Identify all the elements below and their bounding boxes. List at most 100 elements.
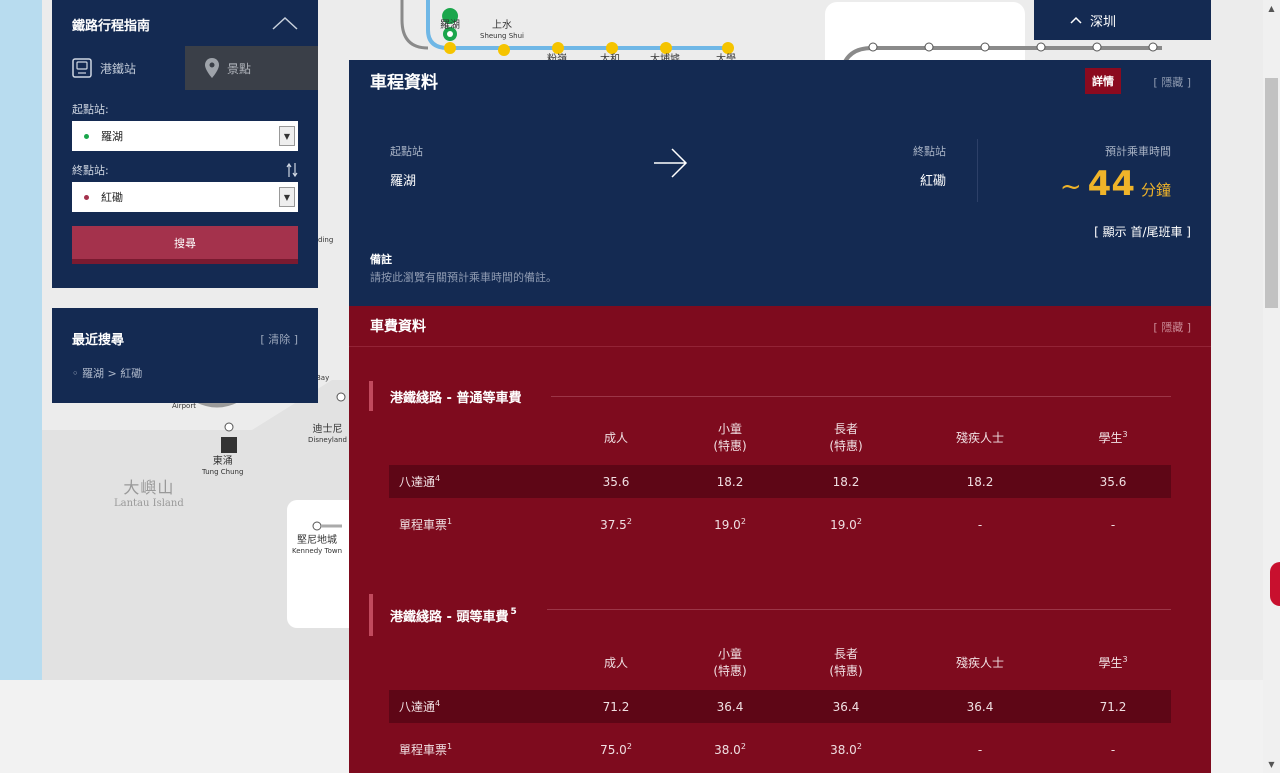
- travel-time: ~ 44 分鐘: [1060, 164, 1171, 204]
- fare-value: 38.02: [830, 742, 862, 758]
- table-row: 八達通4 71.2 36.4 36.4 36.4 71.2: [389, 690, 1171, 723]
- origin-dot-icon: [84, 133, 89, 139]
- search-panel-title: 鐵路行程指南: [72, 19, 151, 34]
- travel-time-label: 預計乘車時間: [1105, 145, 1171, 158]
- dropdown-arrow-icon[interactable]: ▼: [279, 187, 295, 207]
- fare-value: 71.2: [1099, 699, 1127, 714]
- fare-value: 35.6: [1099, 474, 1127, 489]
- to-station: 紅磡: [919, 174, 946, 189]
- from-station-label: 起點站: [390, 145, 423, 158]
- fare-section-title: 港鐵綫路 - 普通等車費: [369, 381, 1171, 411]
- col-adult: 成人: [603, 655, 628, 670]
- map-label-disneyland: 迪士尼 Disneyland: [308, 424, 347, 444]
- clear-recent-button[interactable]: [ 清除 ]: [260, 331, 298, 347]
- remark-title: 備註: [370, 253, 392, 266]
- col-adult: 成人: [603, 430, 628, 445]
- fare-value: 37.52: [600, 517, 632, 533]
- chevron-up-icon[interactable]: [272, 16, 298, 30]
- journey-title: 車程資料: [370, 73, 438, 93]
- col-child: 小童 (特惠): [713, 647, 747, 678]
- row-label: 八達通4: [399, 698, 441, 714]
- fare-value: 36.4: [966, 699, 994, 714]
- show-first-last-train-link[interactable]: [ 顯示 首/尾班車 ]: [1094, 223, 1191, 240]
- scroll-up-icon[interactable]: ▲: [1263, 0, 1280, 17]
- table-row: 單程車票1 37.52 19.02 19.02 - -: [389, 498, 1171, 552]
- from-station: 羅湖: [390, 174, 417, 189]
- map-label-lantau: 大嶼山 Lantau Island: [114, 478, 184, 509]
- fare-value: 38.02: [714, 742, 746, 758]
- location-pin-icon: [205, 58, 219, 78]
- fare-value: -: [977, 518, 983, 533]
- scrollbar-thumb[interactable]: [1265, 78, 1278, 308]
- map-label-sheung-shui: 上水 Sheung Shui: [480, 20, 524, 40]
- col-disabled: 殘疾人士: [955, 430, 1004, 445]
- recent-search-title: 最近搜尋: [72, 333, 125, 348]
- page-scrollbar[interactable]: ▲ ▼: [1263, 0, 1280, 773]
- fare-value: -: [1110, 518, 1116, 533]
- fare-title: 車費資料: [370, 319, 426, 335]
- shenzhen-toggle-label: 深圳: [1090, 14, 1117, 30]
- travel-time-unit: 分鐘: [1140, 181, 1171, 199]
- col-child: 小童 (特惠): [713, 422, 747, 453]
- map-label-siu-hong: ding: [318, 236, 334, 244]
- fare-info-panel: 車費資料 [ 隱藏 ] 港鐵綫路 - 普通等車費 成人 小童 (特惠) 長者 (特惠…: [349, 306, 1211, 773]
- fare-value: 36.4: [716, 699, 744, 714]
- search-button[interactable]: 搜尋: [72, 226, 298, 264]
- fare-value: 19.02: [830, 517, 862, 533]
- col-elderly: 長者 (特惠): [829, 422, 863, 453]
- fare-value: -: [1110, 743, 1116, 758]
- fare-value: 18.2: [716, 474, 744, 489]
- tab-attraction[interactable]: 景點: [185, 46, 318, 90]
- fare-table-header: 成人 小童 (特惠) 長者 (特惠) 殘疾人士 學生3: [389, 411, 1171, 465]
- fare-value: 19.02: [714, 517, 746, 533]
- shenzhen-toggle[interactable]: 深圳: [1034, 0, 1211, 40]
- fare-section-first-class: 港鐵綫路 - 頭等車費 5 成人 小童 (特惠) 長者 (特惠) 殘疾人士 學生3 八…: [369, 594, 1171, 773]
- recent-search-item[interactable]: ◦ 羅湖 > 紅磡: [72, 365, 298, 381]
- fare-section-standard: 港鐵綫路 - 普通等車費 成人 小童 (特惠) 長者 (特惠) 殘疾人士 學生3 八…: [369, 381, 1171, 552]
- recent-search-panel: 最近搜尋 [ 清除 ] ◦ 羅湖 > 紅磡: [52, 308, 318, 403]
- chevron-up-icon: [1070, 16, 1082, 24]
- divider: [977, 139, 978, 202]
- map-label-tung-chung: 東涌 Tung Chung: [202, 456, 244, 476]
- map-label-airport: Airport: [172, 402, 196, 410]
- fare-table: 成人 小童 (特惠) 長者 (特惠) 殘疾人士 學生3 八達通4 35.6 18.2…: [389, 411, 1171, 552]
- fare-value: 18.2: [832, 474, 860, 489]
- fare-value: 71.2: [602, 699, 630, 714]
- row-label: 單程車票1: [399, 517, 453, 533]
- col-elderly: 長者 (特惠): [829, 647, 863, 678]
- origin-select[interactable]: 羅湖 ▼: [72, 121, 298, 151]
- col-student: 學生3: [1098, 655, 1128, 671]
- hide-fare-button[interactable]: [ 隱藏 ]: [1153, 319, 1191, 335]
- scroll-down-icon[interactable]: ▼: [1263, 756, 1280, 773]
- table-row: 單程車票1 75.02 38.02 38.02 - -: [389, 723, 1171, 773]
- fare-table-header: 成人 小童 (特惠) 長者 (特惠) 殘疾人士 學生3: [389, 636, 1171, 690]
- fare-value: 75.02: [600, 742, 632, 758]
- destination-dot-icon: [84, 194, 89, 200]
- to-station-label: 終點站: [913, 145, 946, 158]
- table-row: 八達通4 35.6 18.2 18.2 18.2 35.6: [389, 465, 1171, 498]
- journey-info-panel: 車程資料 詳情 [ 隱藏 ] 起點站 羅湖 終點站 紅磡 預計乘車時間 ~ 44…: [349, 60, 1211, 306]
- destination-select[interactable]: 紅磡 ▼: [72, 182, 298, 212]
- dropdown-arrow-icon[interactable]: ▼: [279, 126, 295, 146]
- tab-attraction-label: 景點: [227, 61, 252, 76]
- fare-value: 18.2: [966, 474, 994, 489]
- map-label-kennedy-town: 堅尼地城 Kennedy Town: [292, 535, 343, 555]
- remark-link[interactable]: 請按此瀏覽有關預計乘車時間的備註。: [370, 269, 557, 285]
- map-label-lo-wu: 羅湖: [440, 20, 460, 31]
- floating-help-button[interactable]: [1270, 562, 1280, 606]
- row-label: 八達通4: [399, 473, 441, 489]
- hide-journey-button[interactable]: [ 隱藏 ]: [1153, 74, 1191, 90]
- fare-section-title: 港鐵綫路 - 頭等車費 5: [369, 594, 1171, 636]
- swap-arrows-icon[interactable]: [286, 162, 298, 178]
- fare-value: 35.6: [602, 474, 630, 489]
- origin-label: 起點站:: [72, 103, 109, 116]
- search-mode-tabs: 港鐵站 景點: [52, 46, 318, 90]
- travel-time-prefix: ~: [1059, 172, 1082, 202]
- details-button[interactable]: 詳情: [1085, 68, 1121, 94]
- tab-mtr-station[interactable]: 港鐵站: [52, 46, 185, 90]
- origin-value: 羅湖: [101, 130, 123, 143]
- route-search-panel: 鐵路行程指南 港鐵站 景點 起點站: 羅湖 ▼ 終點站: 紅磡 ▼ 搜尋: [52, 0, 318, 288]
- destination-value: 紅磡: [101, 191, 123, 204]
- col-disabled: 殘疾人士: [955, 655, 1004, 670]
- travel-time-value: 44: [1087, 164, 1135, 204]
